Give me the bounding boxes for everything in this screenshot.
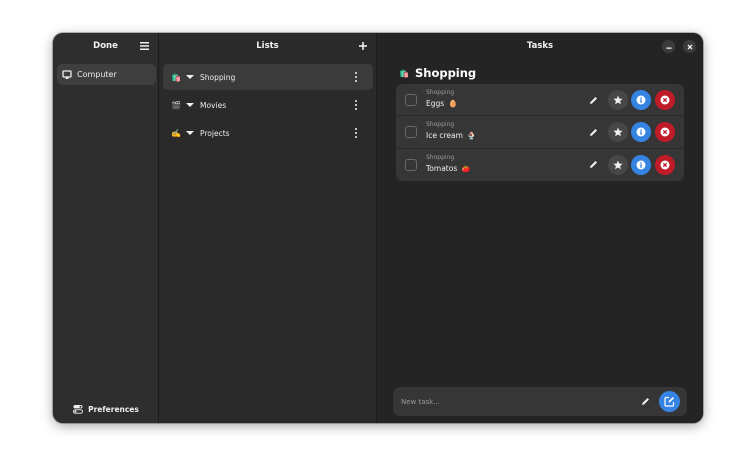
delete-task-button[interactable] <box>655 154 675 175</box>
task-title: Ice cream 🍨 <box>426 131 476 140</box>
favorite-task-button[interactable] <box>608 154 628 175</box>
add-task-button[interactable] <box>659 391 680 412</box>
hamburger-menu-icon <box>139 42 149 50</box>
tasks-panel: Tasks 🛍️ Shopping Shopping Eggs 🥚 Shoppi… <box>377 33 703 423</box>
list-heading: 🛍️ Shopping <box>399 66 476 80</box>
chevron-down-icon[interactable] <box>186 103 194 107</box>
task-emoji: 🍨 <box>467 132 477 141</box>
list-item-projects[interactable]: ✍️ Projects <box>163 120 373 146</box>
task-emoji: 🥚 <box>448 100 458 108</box>
computer-icon <box>62 69 72 79</box>
page-title: Shopping <box>414 66 477 80</box>
info-icon <box>636 127 646 137</box>
task-title-text: Tomatos <box>426 163 458 173</box>
sidebar-item-computer[interactable]: Computer <box>57 64 156 85</box>
list-emoji: 🛍️ <box>171 72 181 82</box>
list-emoji: ✍️ <box>171 128 181 138</box>
star-icon <box>613 95 623 105</box>
list-name: Projects <box>200 128 230 138</box>
heading-emoji: 🛍️ <box>399 68 409 78</box>
task-details-button[interactable] <box>631 90 651 110</box>
new-task-details-button[interactable] <box>639 395 652 408</box>
list-emoji: 🎬 <box>171 100 181 110</box>
kebab-menu-icon <box>354 127 358 130</box>
kebab-menu-icon <box>354 99 358 102</box>
minimize-button[interactable] <box>662 40 675 53</box>
task-list-label: Shopping <box>426 89 455 96</box>
sidebar-title: Done <box>93 41 118 51</box>
edit-task-button[interactable] <box>586 93 600 107</box>
task-list-label: Shopping <box>426 153 455 161</box>
delete-icon <box>660 95 670 105</box>
task-title-text: Eggs <box>426 99 445 108</box>
task-row[interactable]: Shopping Tomatos 🍅 <box>396 149 684 181</box>
task-checkbox[interactable] <box>405 126 417 139</box>
sidebar-item-label: Computer <box>77 70 117 79</box>
chevron-down-icon[interactable] <box>186 131 194 135</box>
list-name: Movies <box>200 100 227 110</box>
delete-task-button[interactable] <box>655 122 675 143</box>
compose-icon <box>664 396 675 407</box>
sidebar: Done Computer Preferences <box>53 33 159 423</box>
task-emoji: 🍅 <box>461 164 471 173</box>
kebab-menu-icon <box>354 71 358 74</box>
task-title: Eggs 🥚 <box>426 99 457 108</box>
task-details-button[interactable] <box>631 122 651 143</box>
info-icon <box>636 95 646 105</box>
pencil-icon <box>589 161 597 169</box>
preferences-label: Preferences <box>88 404 139 414</box>
favorite-task-button[interactable] <box>608 122 628 143</box>
pencil-icon <box>589 128 597 136</box>
minimize-icon <box>666 47 671 49</box>
main-menu-button[interactable] <box>137 39 151 53</box>
edit-task-button[interactable] <box>586 125 600 139</box>
window-title: Tasks <box>526 41 554 51</box>
list-options-button[interactable] <box>353 126 359 140</box>
plus-icon <box>359 42 367 50</box>
task-checkbox[interactable] <box>405 94 417 106</box>
task-row[interactable]: Shopping Ice cream 🍨 <box>396 116 684 149</box>
lists-title: Lists <box>256 41 279 51</box>
task-title-text: Ice cream <box>426 131 463 141</box>
list-options-button[interactable] <box>353 70 359 84</box>
star-icon <box>613 160 623 170</box>
sidebar-header: Done <box>53 33 158 59</box>
task-details-button[interactable] <box>631 154 651 175</box>
star-icon <box>613 127 623 137</box>
info-icon <box>636 160 646 170</box>
task-checkbox[interactable] <box>405 158 417 171</box>
delete-icon <box>660 160 670 170</box>
app-window: Done Computer Preferences Lists 🛍️ Shopp… <box>53 33 703 423</box>
chevron-down-icon[interactable] <box>186 75 194 79</box>
lists-header: Lists <box>159 33 376 59</box>
list-options-button[interactable] <box>353 98 359 112</box>
new-task-input[interactable] <box>393 387 633 416</box>
list-item-movies[interactable]: 🎬 Movies <box>163 92 373 118</box>
task-list: Shopping Eggs 🥚 Shopping Ice cream 🍨 Sho… <box>396 84 684 181</box>
close-window-button[interactable] <box>683 40 696 53</box>
task-list-label: Shopping <box>426 121 455 129</box>
favorite-task-button[interactable] <box>608 90 628 110</box>
add-list-button[interactable] <box>356 39 370 53</box>
list-item-shopping[interactable]: 🛍️ Shopping <box>163 64 373 90</box>
lists-panel: Lists 🛍️ Shopping 🎬 Movies ✍️ Projects <box>159 33 377 423</box>
delete-task-button[interactable] <box>655 90 675 110</box>
edit-task-button[interactable] <box>586 158 600 172</box>
pencil-icon <box>642 398 649 405</box>
delete-icon <box>660 127 670 137</box>
task-row[interactable]: Shopping Eggs 🥚 <box>396 84 684 117</box>
task-title: Tomatos 🍅 <box>426 164 470 173</box>
pencil-icon <box>589 96 597 104</box>
preferences-icon <box>73 405 84 414</box>
list-name: Shopping <box>200 72 236 82</box>
close-icon <box>687 44 692 49</box>
new-task-entry <box>393 387 687 416</box>
preferences-button[interactable]: Preferences <box>53 395 159 423</box>
tasks-header: Tasks <box>377 33 703 59</box>
